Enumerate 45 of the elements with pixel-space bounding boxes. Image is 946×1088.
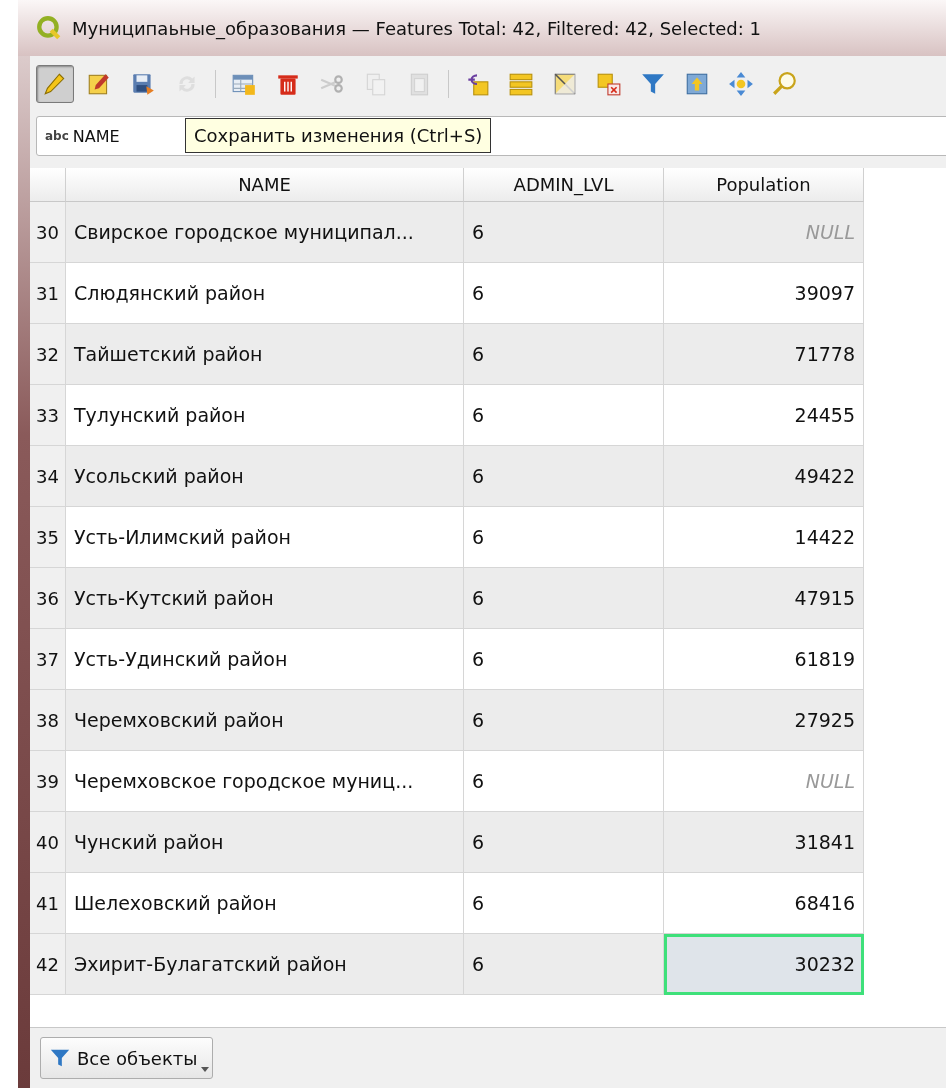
edit-toggle-button[interactable] [36,65,74,103]
filter-button[interactable]: Все объекты [40,1037,213,1079]
table-cell: 6 [464,568,664,629]
row-number[interactable]: 35 [30,507,66,568]
table-cell: 71778 [664,324,864,385]
column-header[interactable]: Population [664,168,864,202]
table-cell: Тайшетский район [66,324,464,385]
table-cell: Чунский район [66,812,464,873]
caret-icon [200,1067,209,1072]
header-corner [30,168,66,202]
table-cell: 6 [464,202,664,263]
table-cell: 6 [464,934,664,995]
row-number[interactable]: 38 [30,690,66,751]
table-cell: 6 [464,446,664,507]
pencil-icon [42,71,68,97]
table-cell: 27925 [664,690,864,751]
row-number[interactable]: 33 [30,385,66,446]
table-cell: 6 [464,324,664,385]
table-cell: Черемховский район [66,690,464,751]
column-header[interactable]: NAME [66,168,464,202]
table-cell: Эхирит-Булагатский район [66,934,464,995]
table-cell: 31841 [664,812,864,873]
column-header[interactable]: ADMIN_LVL [464,168,664,202]
table-cell: 6 [464,812,664,873]
window-title: Муниципаьные_образования — Features Total: 42, Filtered: 42, Selected: 1 [72,17,761,39]
row-number[interactable]: 32 [30,324,66,385]
table-cell: 30232 [664,934,864,995]
tooltip: Сохранить изменения (Ctrl+S) [185,118,492,153]
table-cell: NULL [664,202,864,263]
app-logo-icon [36,15,62,41]
row-number[interactable]: 30 [30,202,66,263]
table-cell: 6 [464,690,664,751]
row-number[interactable]: 37 [30,629,66,690]
row-number[interactable]: 42 [30,934,66,995]
row-number[interactable]: 40 [30,812,66,873]
table-cell: Усольский район [66,446,464,507]
row-number[interactable]: 36 [30,568,66,629]
table-cell: Усть-Кутский район [66,568,464,629]
table-cell: 47915 [664,568,864,629]
row-number[interactable]: 39 [30,751,66,812]
table-cell: Свирское городское муниципал... [66,202,464,263]
row-number[interactable]: 34 [30,446,66,507]
row-number[interactable]: 31 [30,263,66,324]
table-cell: 49422 [664,446,864,507]
row-number[interactable]: 41 [30,873,66,934]
